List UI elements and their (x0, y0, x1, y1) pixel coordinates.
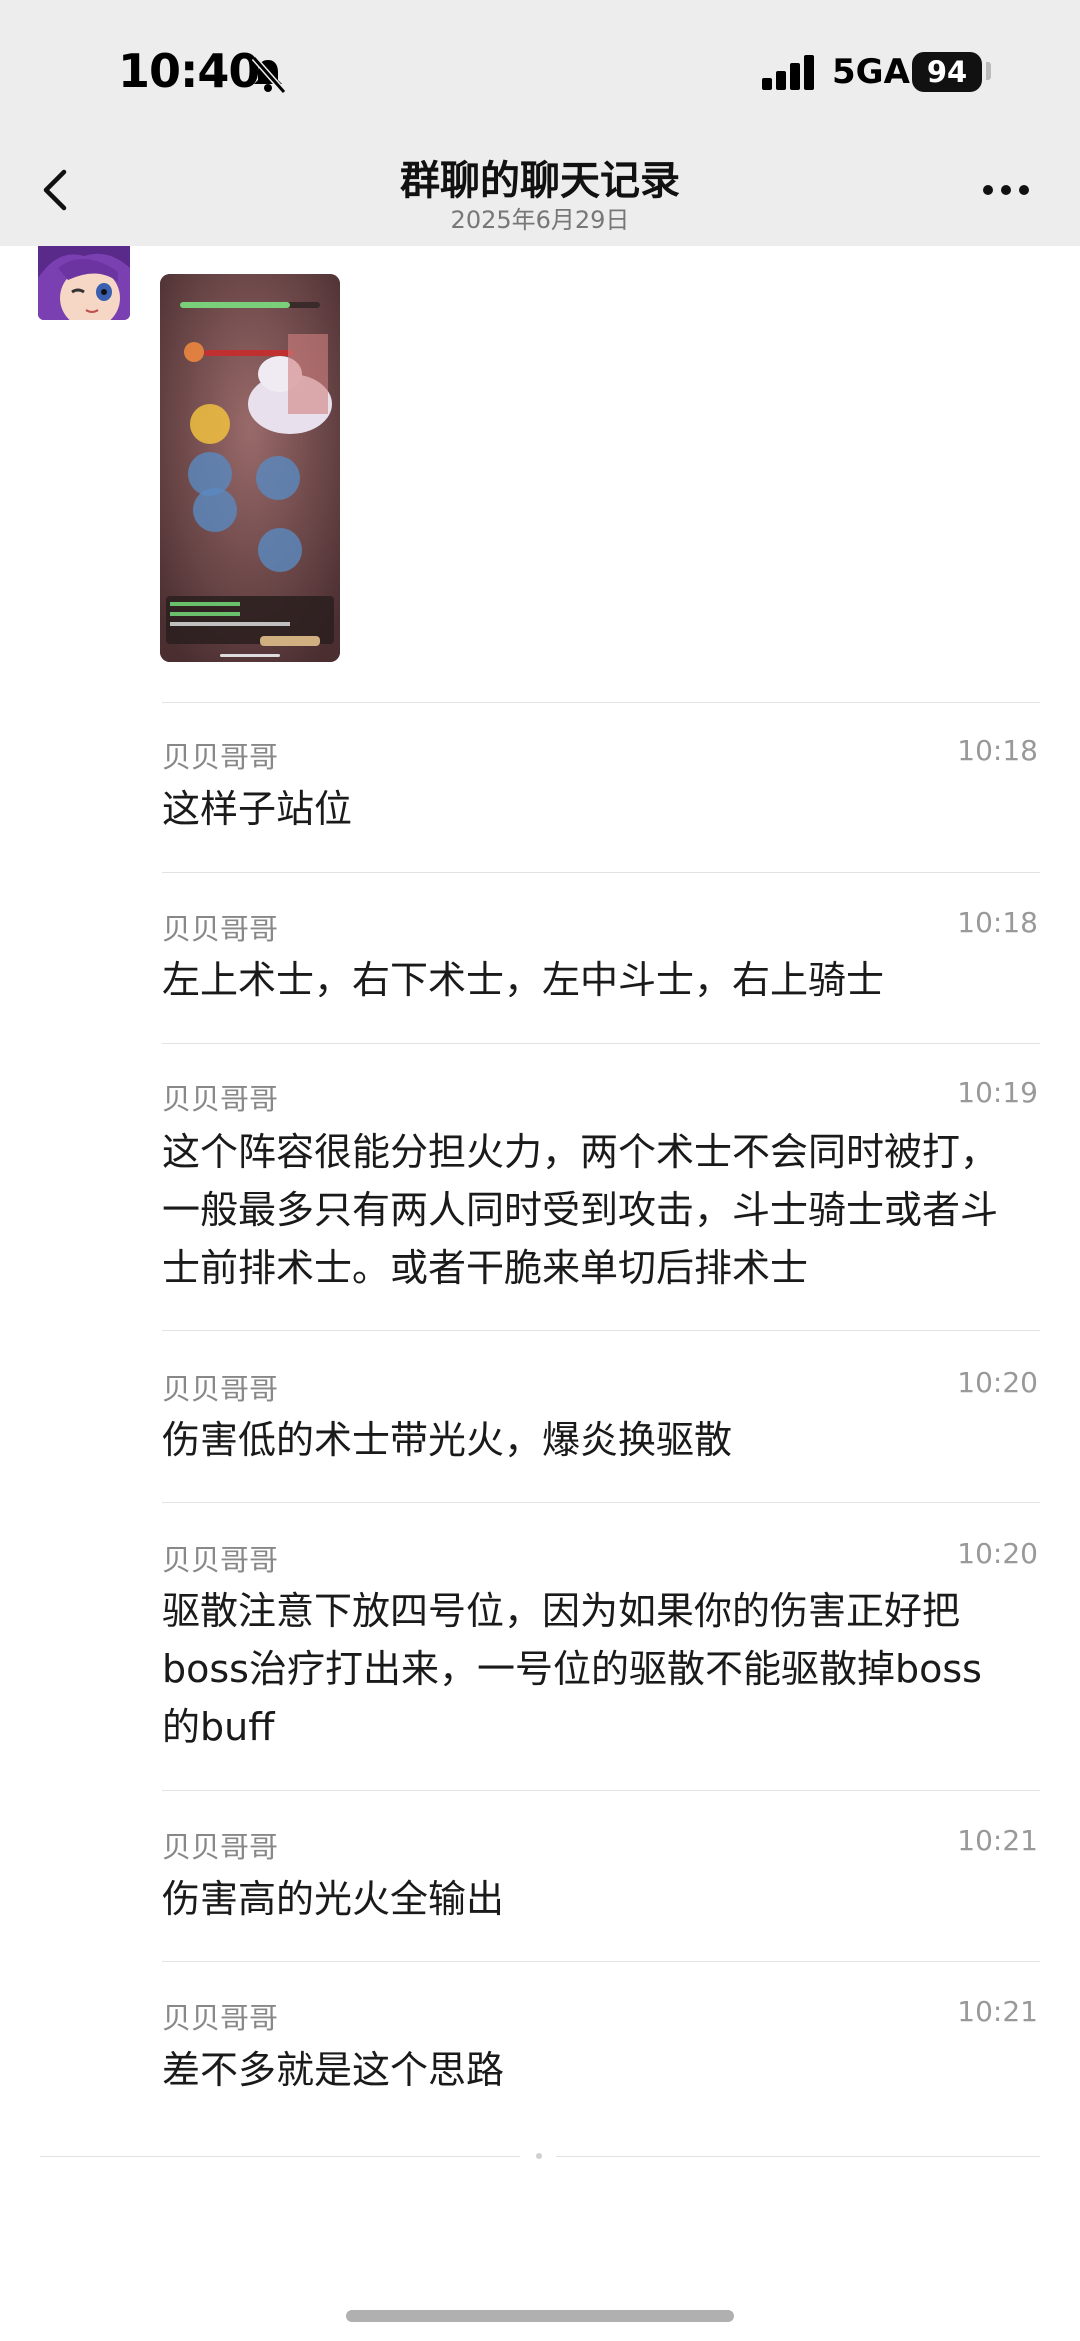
avatar[interactable] (38, 238, 130, 320)
home-indicator[interactable] (346, 2310, 734, 2322)
message-line: boss治疗打出来，一号位的驱散不能驱散掉boss (162, 1647, 982, 1691)
end-divider (40, 2156, 520, 2157)
message-text[interactable]: 左上术士，右下术士，左中斗士，右上骑士 (162, 951, 1042, 1009)
more-icon[interactable] (980, 180, 1032, 200)
end-divider (556, 2156, 1040, 2157)
message-text[interactable]: 这样子站位 (162, 780, 1042, 838)
page-title: 群聊的聊天记录 (400, 158, 680, 204)
sender-name[interactable]: 贝贝哥哥 (162, 1076, 278, 1118)
message-line: 士前排术士。或者干脆来单切后排术士 (162, 1246, 809, 1290)
message-time: 10:18 (957, 734, 1038, 767)
message-time: 10:19 (957, 1076, 1038, 1109)
sender-name[interactable]: 贝贝哥哥 (162, 1995, 278, 2037)
message-time: 10:20 (957, 1537, 1038, 1570)
end-dot (536, 2153, 542, 2159)
message-line: 驱散注意下放四号位，因为如果你的伤害正好把 (162, 1589, 961, 1633)
sender-name[interactable]: 贝贝哥哥 (162, 1537, 278, 1579)
message-divider (162, 1502, 1040, 1503)
message-text[interactable]: 这个阵容很能分担火力，两个术士不会同时被打， 一般最多只有两人同时受到攻击，斗士… (162, 1123, 1042, 1297)
message-time: 10:18 (957, 906, 1038, 939)
message-divider (162, 872, 1040, 873)
message-text[interactable]: 伤害低的术士带光火，爆炎换驱散 (162, 1411, 1042, 1469)
battery-tip (986, 62, 991, 80)
network-type: 5GA (832, 52, 910, 92)
bell-off-icon (251, 56, 287, 94)
message-line: 的buff (162, 1705, 275, 1749)
battery-level: 94 (912, 52, 982, 92)
message-time: 10:20 (957, 1366, 1038, 1399)
message-text[interactable]: 伤害高的光火全输出 (162, 1870, 1042, 1928)
message-divider (162, 1043, 1040, 1044)
message-divider (162, 1330, 1040, 1331)
top-bar: 10:40 5GA 94 群聊的聊天记录 2025年6月29日 (0, 0, 1080, 246)
sender-name[interactable]: 贝贝哥哥 (162, 1366, 278, 1408)
page-subtitle-date: 2025年6月29日 (450, 206, 630, 234)
sender-name[interactable]: 贝贝哥哥 (162, 1824, 278, 1866)
signal-icon (762, 55, 814, 90)
message-time: 10:21 (957, 1995, 1038, 2028)
sender-name[interactable]: 贝贝哥哥 (162, 906, 278, 948)
message-line: 这个阵容很能分担火力，两个术士不会同时被打， (162, 1130, 999, 1174)
message-time: 10:21 (957, 1824, 1038, 1857)
sender-name[interactable]: 贝贝哥哥 (162, 734, 278, 776)
game-screenshot-image[interactable] (160, 274, 340, 662)
message-divider (162, 702, 1040, 703)
message-divider (162, 1790, 1040, 1791)
message-divider (162, 1961, 1040, 1962)
status-time: 10:40 (118, 44, 260, 98)
message-text[interactable]: 差不多就是这个思路 (162, 2041, 1042, 2099)
message-text[interactable]: 驱散注意下放四号位，因为如果你的伤害正好把 boss治疗打出来，一号位的驱散不能… (162, 1582, 1042, 1756)
message-line: 一般最多只有两人同时受到攻击，斗士骑士或者斗 (162, 1188, 999, 1232)
